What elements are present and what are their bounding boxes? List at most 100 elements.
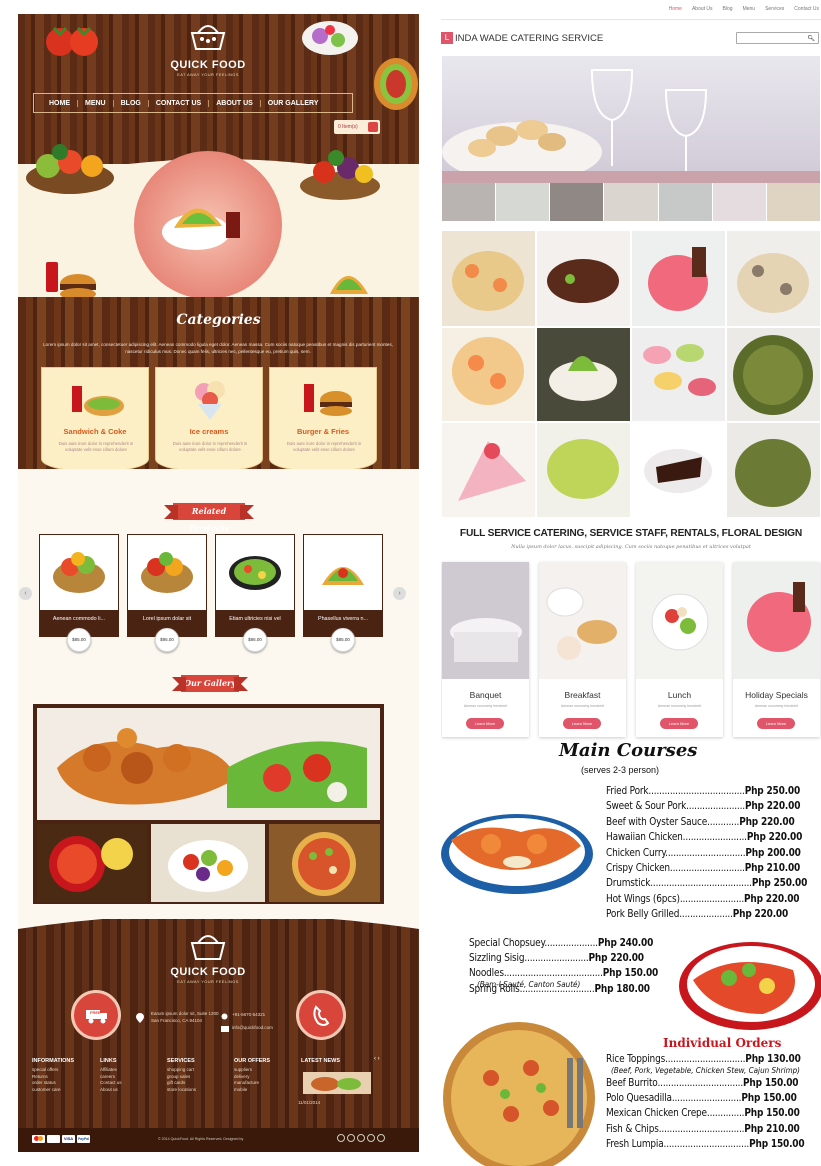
service-title: Breakfast [564,690,601,700]
learn-more-button[interactable]: Learn More [660,718,698,729]
phone-24-icon [313,1005,330,1026]
thumbnail[interactable] [658,183,713,221]
thumbnail[interactable] [442,183,497,221]
nav-home[interactable]: HOME [42,99,78,107]
thumbnail[interactable] [712,183,767,221]
gallery-main-image[interactable] [37,708,380,820]
category-card[interactable]: Sandwich & Coke Duis aute irure dolor in… [41,367,149,471]
news-thumbnail[interactable] [303,1072,371,1094]
facebook-icon[interactable] [337,1134,345,1142]
noodles-note: (Bam-I Sauté, Canton Sauté) [477,980,581,989]
service-card-holiday-specials[interactable]: Holiday Specials Aenean nonummy hendreri… [733,562,820,737]
menu-item-name: Chicken Curry [606,847,666,859]
menu-item-name: Rice Toppings [606,1054,666,1065]
twitter-icon[interactable] [347,1134,355,1142]
thumbnail[interactable] [766,183,820,221]
footer-link[interactable]: About us [100,1087,160,1094]
product-card[interactable]: Lorel ipsum dolar sit [127,534,207,637]
footer-logo-title[interactable]: QUICK FOOD [158,966,258,978]
brand-logo[interactable]: L INDA WADE CATERING SERVICE [441,32,603,44]
menu-item-leader: ............................ [669,863,745,874]
learn-more-button[interactable]: Learn More [757,718,795,729]
footer-email[interactable]: info@quickfood.com [232,1025,273,1032]
rss-icon[interactable] [377,1134,385,1142]
thumbnail[interactable] [604,183,659,221]
footer-col-title: OUR OFFERS [234,1058,271,1064]
service-desc: Aenean nonummy hendrerit [754,704,799,708]
googleplus-icon[interactable] [357,1134,365,1142]
logo-basket-icon [190,25,226,50]
mastercard-icon [32,1135,45,1143]
menu-item: Beef Burrito............................… [606,1078,799,1089]
gallery-thumb-fruit[interactable] [151,824,265,902]
news-arrows[interactable]: ‹ › [374,1056,380,1062]
logo-title[interactable]: QUICK FOOD [158,59,258,71]
menu-item-price: Php 150.00 [741,1093,797,1104]
cart-button[interactable]: 0 Item(s) [334,120,380,134]
nav-menu[interactable]: MENU [78,99,114,107]
menu-item: Sizzling Sisig........................Ph… [469,953,644,964]
nav-contact-us[interactable]: Contact Us [794,6,819,12]
category-title: Burger & Fries [296,427,350,436]
nav-services[interactable]: Services [765,6,784,12]
footer-link[interactable]: customer care [32,1087,92,1094]
nav-about-us[interactable]: ABOUT US [209,99,261,107]
product-card[interactable]: Save 14% Aenean commodo li... [39,534,119,637]
category-title: Ice creams [189,427,229,436]
product-image [310,543,376,601]
footer-logo-basket-icon [190,935,226,960]
footer-logo-tagline: EAT AWAY YOUR FEELINGS [177,979,239,984]
menu-subtitle: (serves 2-3 person) [581,765,660,775]
search-input[interactable]: 🔍︎ [736,32,819,44]
gallery-thumb-soup[interactable] [37,824,147,902]
service-card-lunch[interactable]: Lunch Aenean nonummy hendrerit Learn Mor… [636,562,723,737]
hero-food-image [134,151,282,299]
menu-item: Polo Quesadilla.........................… [606,1093,797,1104]
catering-headline: FULL SERVICE CATERING, SERVICE STAFF, RE… [459,528,803,539]
email-icon [221,1026,229,1032]
menu-item-leader: .............. [706,1108,745,1119]
breakfast-image [539,562,626,679]
footer-col-services: SERVICES shopping cart group sales gift … [167,1058,227,1093]
menu-item-price: Php 210.00 [744,863,801,874]
product-card[interactable]: Etiam ultricies nisi vel [215,534,295,637]
nav-our-gallery[interactable]: OUR GALLERY [261,100,326,107]
footer-link[interactable]: mobile [234,1087,294,1094]
category-card[interactable]: Burger & Fries Duis aute irure dolor in … [269,367,377,471]
nav-about-us[interactable]: About Us [692,6,713,12]
lunch-image [636,562,723,679]
nav-menu[interactable]: Menu [743,6,756,12]
footer-link[interactable]: store locations [167,1087,227,1094]
menu-item-leader: ..................................... [503,968,603,980]
pinterest-icon[interactable] [367,1134,375,1142]
categories-description: Lorem ipsum dolor sit amet, consectetuer… [43,342,393,354]
menu-item-price: Php 180.00 [594,983,651,995]
nav-blog[interactable]: BLOG [114,99,149,107]
category-desc: Duis aute irure dolor in reprehenderit i… [58,441,134,452]
banquet-image [442,562,529,679]
menu-item-price: Php 220.00 [746,832,803,844]
product-card[interactable]: Phasellus viverra n... [303,534,383,637]
hero-table-image [442,56,820,183]
menu-item-name: Crispy Chicken [606,863,670,874]
menu-item-price: Php 130.00 [745,1054,801,1065]
service-card-breakfast[interactable]: Breakfast Aenean nonummy hendrerit Learn… [539,562,626,737]
products-next-arrow[interactable]: › [393,587,406,600]
service-desc: Aenean nonummy hendrerit [657,704,702,708]
menu-item-name: Hawaiian Chicken [606,832,683,844]
gallery-thumb-pizza[interactable] [269,824,380,902]
search-icon[interactable]: 🔍︎ [807,35,815,42]
menu-item: Mexican Chicken Crepe..............Php 1… [606,1108,800,1119]
menu-item-price: Php 150.00 [602,968,659,980]
products-prev-arrow[interactable]: ‹ [19,587,32,600]
learn-more-button[interactable]: Learn More [466,718,504,729]
service-card-banquet[interactable]: Banquet Aenean nonummy hendrerit Learn M… [442,562,529,737]
price-badge: $85.00 [331,628,355,652]
nav-contact-us[interactable]: CONTACT US [149,99,210,107]
nav-home[interactable]: Home [669,6,682,12]
thumbnail[interactable] [550,183,605,221]
learn-more-button[interactable]: Learn More [563,718,601,729]
nav-blog[interactable]: Blog [723,6,733,12]
thumbnail[interactable] [496,183,551,221]
category-card[interactable]: Ice creams Duis aute irure dolor in repr… [155,367,263,471]
